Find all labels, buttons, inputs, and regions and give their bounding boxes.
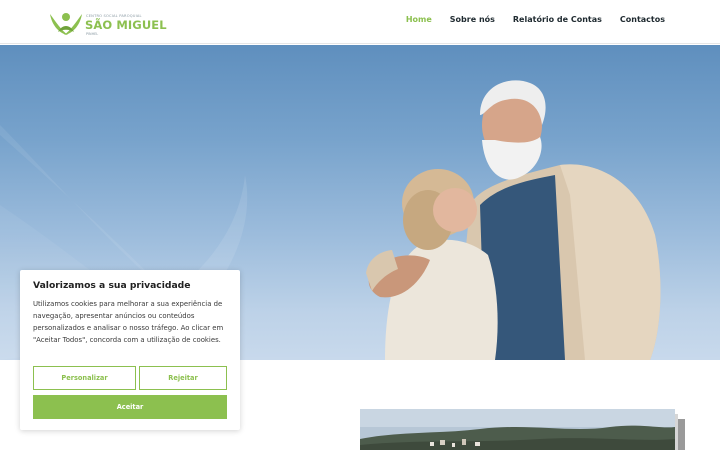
customize-button[interactable]: Personalizar bbox=[33, 366, 136, 390]
main-nav: Home Sobre nós Relatório de Contas Conta… bbox=[406, 15, 665, 24]
cookie-title: Valorizamos a sua privacidade bbox=[33, 280, 191, 291]
town-landscape-image bbox=[360, 409, 675, 450]
nav-relatorio-contas[interactable]: Relatório de Contas bbox=[513, 15, 602, 24]
nav-home[interactable]: Home bbox=[406, 15, 432, 24]
nav-sobre-nos[interactable]: Sobre nós bbox=[450, 15, 495, 24]
person-leaf-logo-icon bbox=[50, 13, 82, 35]
nav-contactos[interactable]: Contactos bbox=[620, 15, 665, 24]
cookie-consent-banner: Valorizamos a sua privacidade Utilizamos… bbox=[20, 270, 240, 430]
logo-sub-text: PINHEL bbox=[86, 32, 99, 36]
cookie-description: Utilizamos cookies para melhorar a sua e… bbox=[33, 300, 224, 344]
accept-button[interactable]: Aceitar bbox=[33, 395, 227, 419]
logo-name: SÃO MIGUEL bbox=[85, 18, 167, 32]
reject-button[interactable]: Rejeitar bbox=[139, 366, 227, 390]
site-logo[interactable]: CENTRO SOCIAL PAROQUIAL SÃO MIGUEL PINHE… bbox=[48, 6, 167, 38]
site-header: CENTRO SOCIAL PAROQUIAL SÃO MIGUEL PINHE… bbox=[0, 0, 720, 44]
